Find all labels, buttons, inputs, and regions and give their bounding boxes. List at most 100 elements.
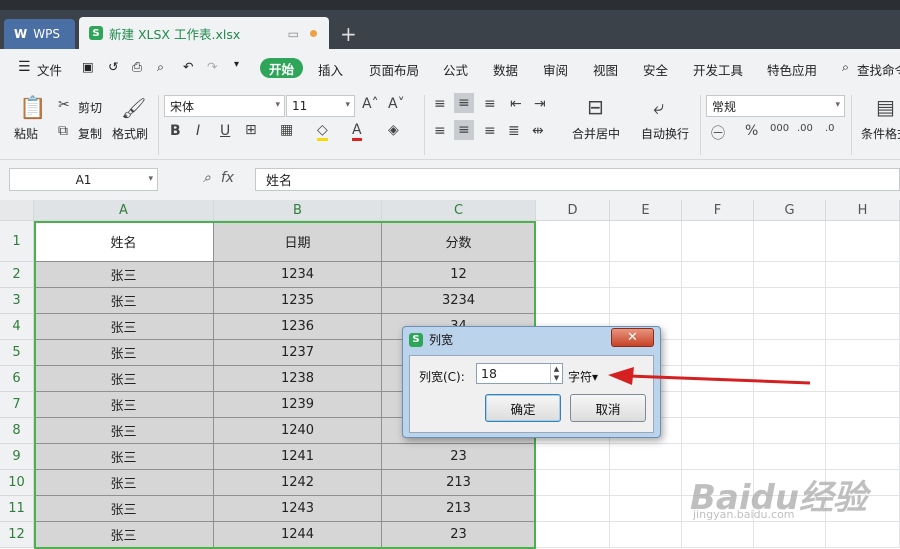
file-tab[interactable]: S 新建 XLSX 工作表.xlsx ▭ [79, 17, 329, 49]
header-cell[interactable]: 日期 [214, 221, 382, 262]
wrap-text-label[interactable]: 自动换行 [641, 125, 689, 142]
cancel-button[interactable]: 取消 [570, 394, 646, 422]
menu-page-layout[interactable]: 页面布局 [369, 60, 419, 79]
spin-down-icon[interactable]: ▼ [554, 374, 559, 382]
cut-label[interactable]: 剪切 [78, 99, 102, 116]
row-header[interactable]: 4 [0, 314, 34, 340]
empty-cell[interactable] [682, 444, 754, 470]
table-cell[interactable]: 张三 [34, 418, 214, 444]
font-size-select[interactable]: 11 ▾ [286, 95, 355, 117]
menu-file[interactable]: 文件 [37, 60, 62, 79]
ok-button[interactable]: 确定 [485, 394, 561, 422]
table-cell[interactable]: 1240 [214, 418, 382, 444]
empty-cell[interactable] [536, 496, 610, 522]
empty-cell[interactable] [826, 340, 900, 366]
row-header[interactable]: 3 [0, 288, 34, 314]
menu-special[interactable]: 特色应用 [767, 60, 817, 79]
table-cell[interactable]: 1243 [214, 496, 382, 522]
empty-cell[interactable] [610, 496, 682, 522]
empty-cell[interactable] [682, 392, 754, 418]
align-top-icon[interactable]: ≡ [434, 96, 446, 112]
font-shrink-icon[interactable]: A˅ [388, 96, 405, 112]
merge-center-icon[interactable]: ⊟ [587, 95, 604, 119]
empty-cell[interactable] [610, 444, 682, 470]
column-header[interactable]: D [536, 200, 610, 221]
column-header[interactable]: C [382, 200, 536, 221]
copy-icon[interactable]: ⧉ [58, 123, 68, 139]
empty-cell[interactable] [754, 221, 826, 262]
close-button[interactable]: ✕ [611, 328, 654, 347]
menu-start[interactable]: 开始 [260, 58, 303, 78]
empty-cell[interactable] [536, 444, 610, 470]
table-cell[interactable]: 张三 [34, 496, 214, 522]
empty-cell[interactable] [826, 522, 900, 548]
paste-icon[interactable]: 📋 [19, 96, 46, 121]
dialog-title-bar[interactable]: S 列宽 [409, 331, 453, 348]
empty-cell[interactable] [826, 418, 900, 444]
empty-cell[interactable] [754, 444, 826, 470]
font-color-icon[interactable]: A [352, 122, 362, 141]
table-cell[interactable]: 213 [382, 496, 536, 522]
align-right-icon[interactable]: ≡ [484, 123, 496, 139]
row-header[interactable]: 2 [0, 262, 34, 288]
search-icon[interactable]: ⌕ [842, 59, 849, 75]
paste-label[interactable]: 粘贴 [14, 125, 38, 142]
underline-icon[interactable]: U [220, 123, 230, 139]
empty-cell[interactable] [682, 418, 754, 444]
redo-icon[interactable]: ↷ [207, 59, 217, 74]
empty-cell[interactable] [536, 288, 610, 314]
empty-cell[interactable] [682, 262, 754, 288]
new-tab-button[interactable]: + [340, 22, 357, 46]
menu-data[interactable]: 数据 [493, 60, 518, 79]
table-cell[interactable]: 张三 [34, 262, 214, 288]
menu-security[interactable]: 安全 [643, 60, 668, 79]
empty-cell[interactable] [826, 288, 900, 314]
fx-icon[interactable]: fx [221, 170, 234, 186]
undo-icon[interactable]: ↶ [183, 59, 193, 74]
empty-cell[interactable] [754, 288, 826, 314]
distribute-icon[interactable]: ⇹ [532, 123, 544, 139]
empty-cell[interactable] [682, 522, 754, 548]
thousands-icon[interactable]: 000 [770, 123, 789, 134]
empty-cell[interactable] [682, 314, 754, 340]
empty-cell[interactable] [610, 522, 682, 548]
number-format-select[interactable]: 常规 ▾ [706, 95, 845, 117]
column-header[interactable]: E [610, 200, 682, 221]
row-header[interactable]: 1 [0, 221, 34, 262]
align-bottom-icon[interactable]: ≡ [484, 96, 496, 112]
empty-cell[interactable] [826, 262, 900, 288]
monitor-icon[interactable]: ▭ [288, 27, 299, 41]
menu-review[interactable]: 审阅 [543, 60, 568, 79]
conditional-format-label[interactable]: 条件格式 [861, 125, 900, 142]
format-painter-icon[interactable]: 🖌 [121, 96, 146, 120]
table-cell[interactable]: 1235 [214, 288, 382, 314]
table-cell[interactable]: 1234 [214, 262, 382, 288]
empty-cell[interactable] [682, 221, 754, 262]
empty-cell[interactable] [536, 221, 610, 262]
table-cell[interactable]: 1244 [214, 522, 382, 548]
table-cell[interactable]: 张三 [34, 366, 214, 392]
empty-cell[interactable] [826, 392, 900, 418]
empty-cell[interactable] [826, 221, 900, 262]
select-all-corner[interactable] [0, 200, 34, 221]
empty-cell[interactable] [610, 470, 682, 496]
format-painter-label[interactable]: 格式刷 [112, 125, 148, 142]
table-cell[interactable]: 1238 [214, 366, 382, 392]
clear-icon[interactable]: ◈ [388, 122, 399, 138]
italic-icon[interactable]: I [196, 123, 200, 139]
column-header[interactable]: G [754, 200, 826, 221]
row-header[interactable]: 6 [0, 366, 34, 392]
empty-cell[interactable] [754, 418, 826, 444]
undo-history-icon[interactable]: ↺ [108, 59, 118, 74]
justify-icon[interactable]: ≣ [508, 123, 520, 139]
fill-color-icon[interactable]: ◇ [317, 122, 328, 141]
column-header[interactable]: F [682, 200, 754, 221]
empty-cell[interactable] [754, 522, 826, 548]
table-cell[interactable]: 1241 [214, 444, 382, 470]
align-middle-icon[interactable]: ≡ [454, 93, 474, 113]
table-cell[interactable]: 23 [382, 522, 536, 548]
copy-label[interactable]: 复制 [78, 125, 102, 142]
row-header[interactable]: 8 [0, 418, 34, 444]
row-header[interactable]: 11 [0, 496, 34, 522]
cell-style-icon[interactable]: ▦ [280, 122, 293, 138]
